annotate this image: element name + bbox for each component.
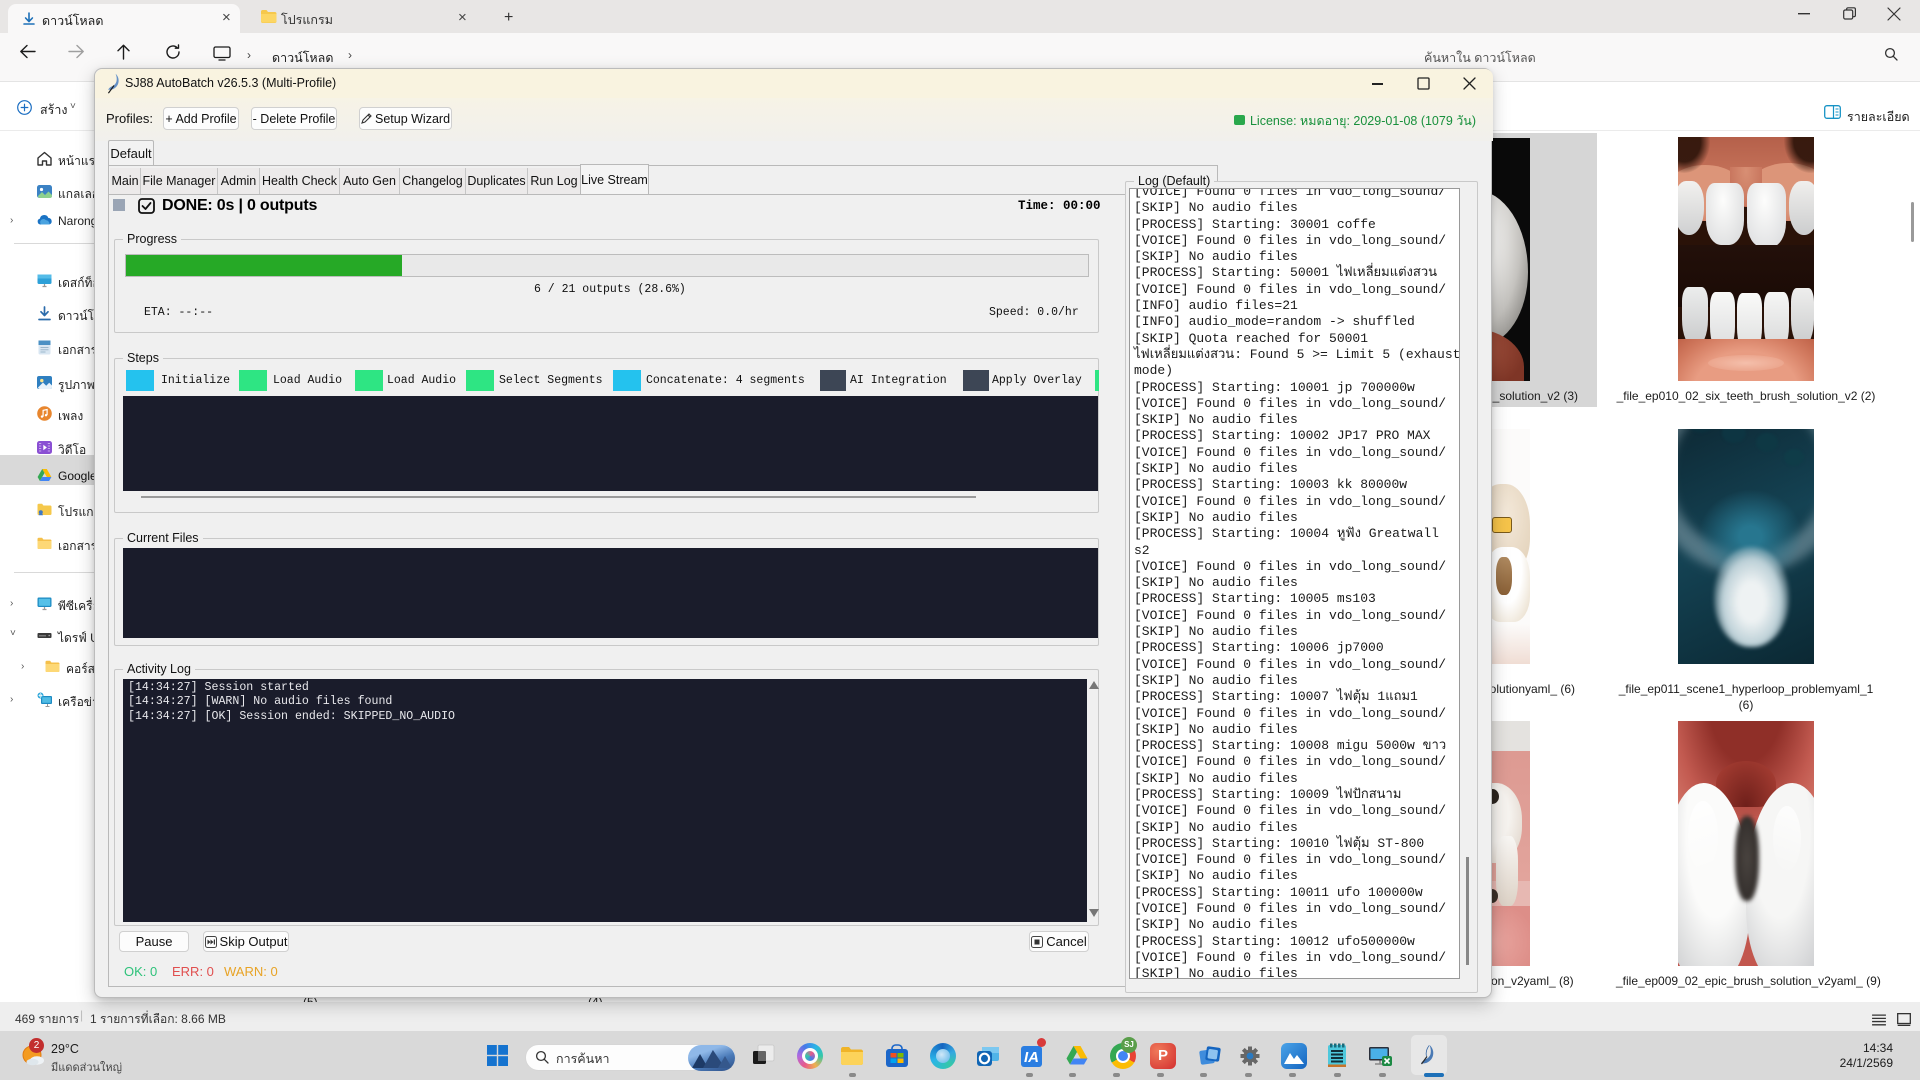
svg-text:IA: IA bbox=[1024, 1049, 1039, 1066]
